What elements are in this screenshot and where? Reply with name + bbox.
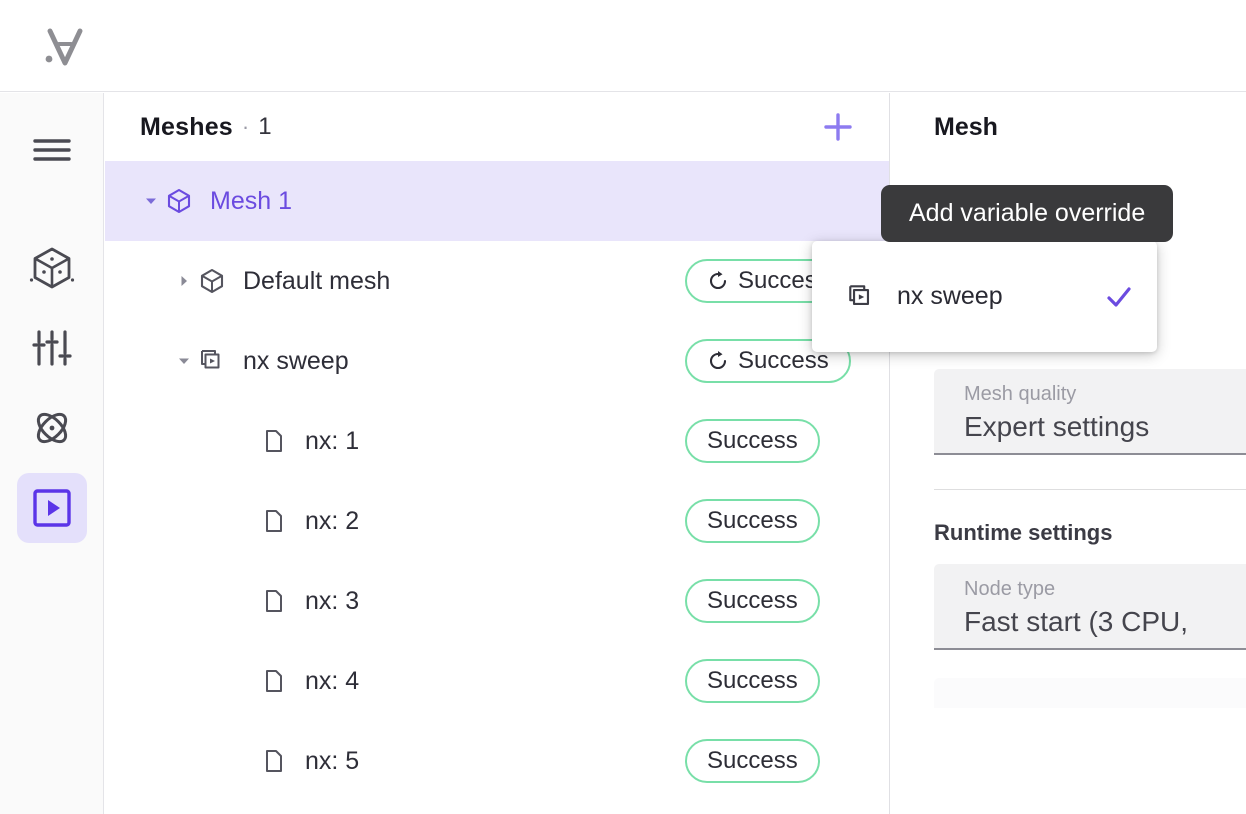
menu-item-nx-sweep[interactable]: nx sweep [812, 247, 1157, 346]
status-badge[interactable]: Success [685, 419, 820, 463]
mesh-quality-label: Mesh quality [964, 383, 1077, 405]
status-badge[interactable]: Success [685, 659, 820, 703]
tree-row-label: nx: 3 [305, 586, 360, 615]
status-slot: Success [685, 659, 820, 703]
cube-icon [195, 267, 229, 295]
status-slot: Success [685, 499, 820, 543]
status-badge-label: Success [707, 747, 798, 774]
tooltip: Add variable override [881, 185, 1174, 242]
sliders-icon [31, 330, 72, 366]
rail-item-simulations[interactable] [16, 473, 87, 543]
caret-down-icon[interactable] [140, 193, 162, 209]
tree-row-nx-4[interactable]: nx: 4 Success [105, 641, 889, 721]
status-badge-label: Success [707, 427, 798, 454]
status-slot: Success [685, 739, 820, 783]
tree-row-label: nx: 1 [305, 426, 360, 455]
add-mesh-button[interactable] [815, 104, 861, 150]
tree-row-label: nx sweep [243, 346, 349, 375]
rail-item-physics[interactable] [17, 393, 87, 463]
detail-header: Mesh [891, 93, 1246, 161]
tree-row-label: Default mesh [243, 266, 391, 295]
rail-item-geometry[interactable] [17, 233, 87, 303]
status-badge[interactable]: Success [685, 739, 820, 783]
status-slot: Success [685, 579, 820, 623]
tree-row-mesh-1[interactable]: Mesh 1 [105, 161, 889, 241]
cube-icon [162, 187, 196, 215]
status-badge[interactable]: Success [685, 579, 820, 623]
file-icon [257, 428, 291, 454]
rail-item-settings[interactable] [17, 313, 87, 383]
runtime-settings-heading: Runtime settings [934, 520, 1113, 545]
top-bar [0, 0, 1246, 92]
node-type-value: Fast start (3 CPU, [964, 606, 1189, 637]
rerun-icon [709, 271, 727, 290]
tree-row-nx-2[interactable]: nx: 2 Success [105, 481, 889, 561]
ansys-logo [45, 28, 83, 65]
tree-row-label: nx: 2 [305, 506, 360, 535]
status-badge[interactable]: Success [685, 499, 820, 543]
cube-icon [29, 247, 74, 289]
tree-row-nx-3[interactable]: nx: 3 Success [105, 561, 889, 641]
status-badge-label: Success [707, 507, 798, 534]
caret-down-icon[interactable] [173, 353, 195, 369]
title-separator: · [241, 114, 250, 139]
detail-divider [934, 489, 1246, 490]
status-badge-label: Success [707, 667, 798, 694]
page-title: Meshes [140, 112, 233, 141]
caret-right-icon[interactable] [173, 273, 195, 289]
icon-rail [0, 93, 104, 814]
status-slot: Success [685, 419, 820, 463]
meshes-tree-panel: Meshes · 1 Mesh 1 Default mesh Success n… [105, 93, 890, 814]
file-icon [257, 588, 291, 614]
mesh-count: 1 [258, 113, 272, 140]
status-badge-label: Success [707, 587, 798, 614]
node-type-field[interactable]: Node type Fast start (3 CPU, [934, 564, 1246, 650]
file-icon [257, 748, 291, 774]
tree-row-nx-5[interactable]: nx: 5 Success [105, 721, 889, 801]
check-icon [1103, 281, 1135, 313]
play-square-icon [32, 489, 71, 527]
layers-play-icon [846, 282, 880, 312]
detail-title: Mesh [934, 112, 998, 141]
tree-row-label: nx: 5 [305, 746, 360, 775]
node-type-label: Node type [964, 578, 1056, 600]
file-icon [257, 668, 291, 694]
tree-row-label: Mesh 1 [210, 186, 292, 215]
variable-override-menu: nx sweep [812, 241, 1157, 352]
layers-icon [195, 347, 229, 375]
tree-row-nx-sweep[interactable]: nx sweep Success [105, 321, 889, 401]
plus-icon [824, 113, 852, 141]
file-icon [257, 508, 291, 534]
atom-icon [36, 412, 67, 444]
hamburger-icon [32, 139, 71, 161]
meshes-header: Meshes · 1 [105, 93, 889, 161]
mesh-quality-value: Expert settings [964, 411, 1150, 442]
app-root: Meshes · 1 Mesh 1 Default mesh Success n… [0, 0, 1246, 814]
mesh-quality-field[interactable]: Mesh quality Expert settings [934, 369, 1246, 455]
rail-item-menu-toggle[interactable] [17, 115, 87, 185]
tree-row-nx-1[interactable]: nx: 1 Success [105, 401, 889, 481]
rerun-icon [709, 351, 727, 370]
tree-row-label: nx: 4 [305, 666, 360, 695]
detail-bottom-spacer [891, 650, 1246, 678]
next-field-partial[interactable] [934, 678, 1246, 708]
menu-item-label: nx sweep [897, 282, 1003, 310]
tree-row-default-mesh[interactable]: Default mesh Success [105, 241, 889, 321]
